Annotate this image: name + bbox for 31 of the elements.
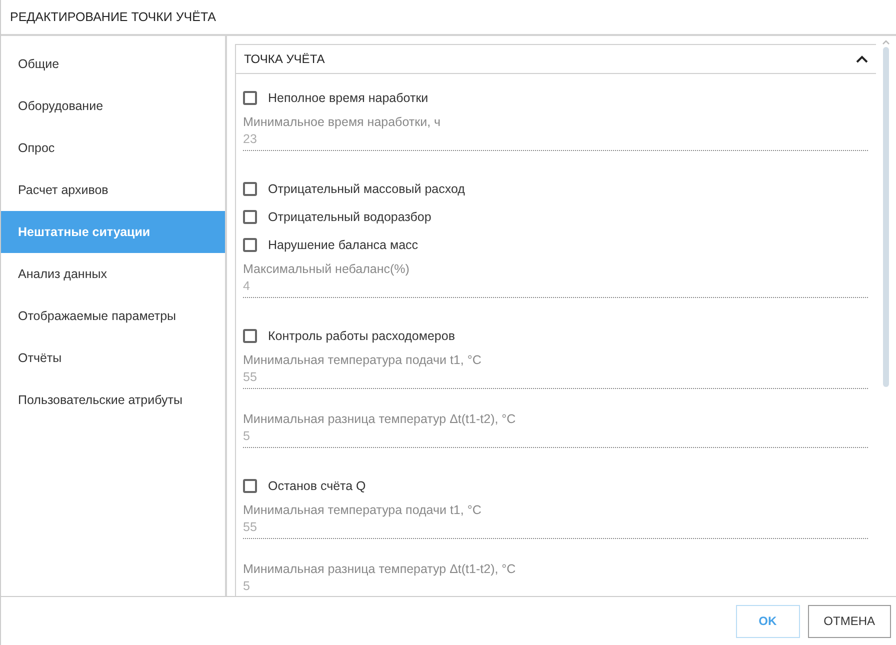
sidebar-item[interactable]: Расчет архивов bbox=[1, 169, 225, 211]
checkbox[interactable] bbox=[243, 210, 257, 224]
field-label: Минимальная разница температур Δt(t1-t2), °C bbox=[243, 411, 517, 428]
checkbox[interactable] bbox=[243, 479, 257, 493]
checkbox[interactable] bbox=[243, 238, 257, 252]
sidebar-item[interactable]: Общие bbox=[1, 43, 225, 85]
checkbox-label: Нарушение баланса масс bbox=[268, 238, 418, 252]
sidebar-item[interactable]: Оборудование bbox=[1, 85, 225, 127]
checkbox-label: Отрицательный массовый расход bbox=[268, 182, 465, 196]
field-label: Минимальная разница температур Δt(t1-t2), °C bbox=[243, 561, 517, 578]
scrollbar-thumb[interactable] bbox=[883, 47, 889, 387]
chevron-up-icon[interactable] bbox=[856, 55, 868, 63]
field-label: Минимальная температура подачи t1, °C bbox=[243, 352, 482, 369]
checkbox[interactable] bbox=[243, 91, 257, 105]
checkbox[interactable] bbox=[243, 329, 257, 343]
checkbox[interactable] bbox=[243, 182, 257, 196]
field-label: Минимальное время наработки, ч bbox=[243, 114, 442, 131]
panel-title: ТОЧКА УЧЁТА bbox=[244, 52, 325, 66]
sidebar-item[interactable]: Анализ данных bbox=[1, 253, 225, 295]
field-label: Минимальная температура подачи t1, °C bbox=[243, 502, 482, 519]
checkbox-label: Контроль работы расходомеров bbox=[268, 329, 455, 343]
window-title: РЕДАКТИРОВАНИЕ ТОЧКИ УЧЁТА bbox=[1, 0, 896, 36]
sidebar-item[interactable]: Отчёты bbox=[1, 337, 225, 379]
checkbox-label: Отрицательный водоразбор bbox=[268, 210, 432, 224]
sidebar-item[interactable]: Пользовательские атрибуты bbox=[1, 379, 225, 421]
checkbox-label: Останов счёта Q bbox=[268, 479, 366, 493]
sidebar-item[interactable]: Отображаемые параметры bbox=[1, 295, 225, 337]
checkbox-label: Неполное время наработки bbox=[268, 91, 428, 105]
sidebar-item[interactable]: Опрос bbox=[1, 127, 225, 169]
cancel-button[interactable]: ОТМЕНА bbox=[808, 604, 891, 638]
field-label: Максимальный небаланс(%) bbox=[243, 261, 410, 278]
